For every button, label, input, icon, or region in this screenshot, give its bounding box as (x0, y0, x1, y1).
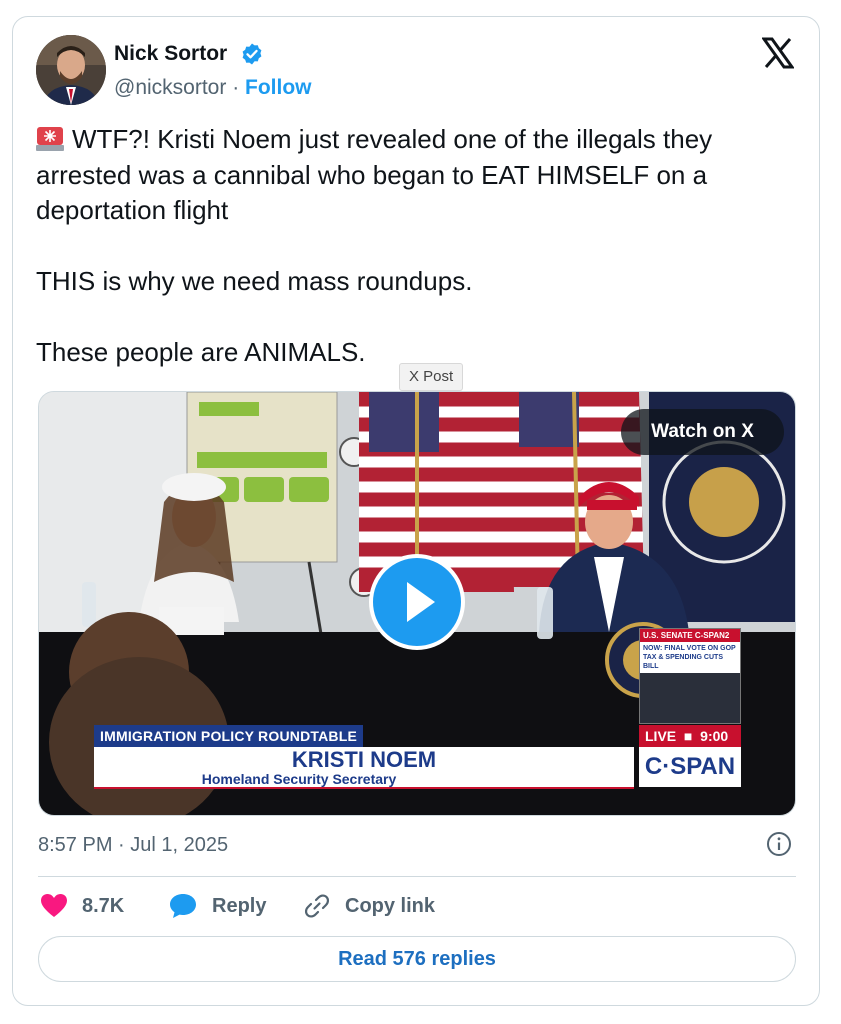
verified-badge-icon (242, 43, 262, 65)
cspan2-inset: U.S. SENATE C-SPAN2 NOW: FINAL VOTE ON G… (639, 628, 741, 724)
pip-header: U.S. SENATE C-SPAN2 (640, 629, 740, 642)
lower-third-topic: IMMIGRATION POLICY ROUNDTABLE (94, 725, 364, 747)
heart-icon (41, 894, 67, 917)
copy-link-label: Copy link (345, 894, 436, 917)
play-button[interactable] (369, 554, 465, 650)
x-logo-icon[interactable] (762, 37, 794, 69)
divider (38, 876, 796, 877)
live-tag: LIVE ■ 9:00 (639, 725, 741, 747)
live-dot: ■ (680, 728, 697, 744)
reply-action[interactable]: Reply (168, 892, 266, 920)
read-replies-button[interactable]: Read 576 replies (38, 936, 796, 982)
author-handle[interactable]: @nicksortor (114, 76, 226, 99)
tweet-text: WTF?! Kristi Noem just revealed one of t… (36, 124, 713, 367)
live-label: LIVE (645, 728, 677, 744)
video-player[interactable]: Watch on X U.S. SENATE C-SPAN2 NOW: FINA… (38, 391, 796, 816)
follow-button[interactable]: Follow (245, 76, 312, 99)
live-time: 9:00 (700, 728, 729, 744)
like-count: 8.7K (82, 894, 125, 917)
watch-on-x-button[interactable]: Watch on X (621, 409, 784, 455)
author-handle-row: @nicksortor · Follow (114, 76, 312, 100)
lower-third-nameplate: KRISTI NOEM Homeland Security Secretary (94, 747, 634, 789)
avatar-image (36, 35, 106, 105)
x-post-tooltip: X Post (399, 363, 464, 391)
link-icon (304, 894, 330, 918)
post-timestamp[interactable]: 8:57 PM · Jul 1, 2025 (38, 834, 228, 857)
author-name[interactable]: Nick Sortor (114, 42, 227, 66)
network-logo: C·SPAN (639, 747, 741, 787)
play-icon (407, 582, 435, 622)
rotating-light-emoji-icon (36, 127, 64, 151)
pip-subheading: NOW: FINAL VOTE ON GOP TAX & SPENDING CU… (640, 642, 740, 673)
avatar[interactable] (36, 35, 106, 105)
info-icon[interactable] (766, 831, 792, 857)
copy-link-action[interactable]: Copy link (303, 892, 435, 920)
like-action[interactable]: 8.7K (40, 892, 124, 920)
speaker-title: Homeland Security Secretary (201, 771, 397, 787)
tweet-body: WTF?! Kristi Noem just revealed one of t… (36, 122, 806, 371)
reply-label: Reply (212, 894, 267, 917)
handle-separator: · (232, 76, 240, 99)
reply-bubble-icon (170, 894, 196, 918)
speaker-name: KRISTI NOEM (291, 747, 437, 772)
